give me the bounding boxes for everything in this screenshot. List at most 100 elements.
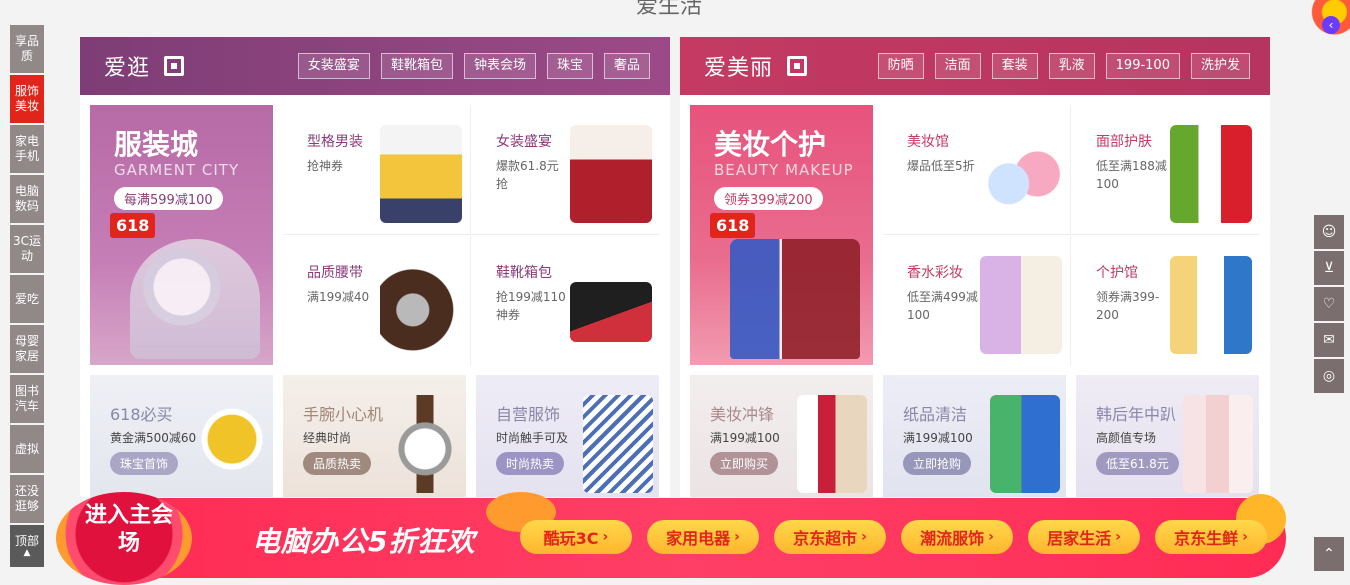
qr-code-icon[interactable] <box>787 56 808 76</box>
beauty-products-image <box>797 395 867 493</box>
panel-title: 爱逛 <box>104 56 151 81</box>
nav-item-享品质[interactable]: 享品质 <box>10 25 44 73</box>
banner-link-label: 家用电器 <box>666 529 731 548</box>
banner-link[interactable]: 潮流服饰 › <box>901 520 1013 554</box>
item-desc: 爆款61.8元抢 <box>496 159 559 191</box>
tag-link[interactable]: 199-100 <box>1105 53 1180 79</box>
chevron-right-icon: › <box>988 529 994 545</box>
tag-link[interactable]: 珠宝 <box>546 53 593 79</box>
promo-card[interactable]: 手腕小心机 经典时尚 品质热卖 <box>283 375 466 497</box>
grid-item[interactable]: 香水彩妆 低至满499减100 <box>883 236 1071 366</box>
card-button[interactable]: 立即抢购 <box>903 452 972 475</box>
tag-link[interactable]: 钟表会场 <box>463 53 536 79</box>
card-button[interactable]: 立即购买 <box>710 452 779 475</box>
banner-slogan: 电脑办公5折狂欢 <box>252 525 476 558</box>
banner-link-label: 居家生活 <box>1047 529 1112 548</box>
personal-care-image <box>1170 256 1252 354</box>
tag-link[interactable]: 奢品 <box>603 53 650 79</box>
service-icon[interactable]: ◎ <box>1314 359 1344 393</box>
tag-link[interactable]: 洁面 <box>934 53 981 79</box>
item-title: 鞋靴箱包 <box>496 265 552 281</box>
tag-link[interactable]: 防晒 <box>877 53 924 79</box>
nav-item-家电手机[interactable]: 家电手机 <box>10 125 44 173</box>
perfume-image <box>980 256 1062 354</box>
hero-subtitle: BEAUTY MAKEUP <box>714 161 854 179</box>
nav-item-爱吃[interactable]: 爱吃 <box>10 275 44 323</box>
main-venue-banner[interactable]: 进入主会场 电脑办公5折狂欢 酷玩3C › 家用电器 › 京东超市 › 潮流服饰 › 居… <box>56 492 1292 585</box>
item-desc: 抢199减110神券 <box>496 290 566 322</box>
nav-item-虚拟[interactable]: 虚拟 <box>10 425 44 473</box>
enter-main-venue[interactable]: 进入主会场 <box>84 502 174 558</box>
panel-title: 爱美丽 <box>704 56 774 81</box>
banner-link[interactable]: 京东超市 › <box>774 520 886 554</box>
item-desc: 爆品低至5折 <box>907 159 975 173</box>
watch-image <box>130 239 260 359</box>
card-button[interactable]: 低至61.8元 <box>1096 452 1179 475</box>
nav-item-还没逛够[interactable]: 还没逛够 <box>10 475 44 523</box>
card-button[interactable]: 时尚热卖 <box>496 452 565 475</box>
wristwatch-image <box>390 395 460 493</box>
panel-aimeili: 爱美丽 防晒 洁面 套装 乳液 199-100 洗护发 美妆个护 BEAUTY … <box>680 37 1270 497</box>
jewelry-image <box>197 395 267 493</box>
grid-item[interactable]: 女装盛宴 爆款61.8元抢 <box>472 105 660 235</box>
badge-618: 618 <box>710 213 756 238</box>
grid-item[interactable]: 鞋靴箱包 抢199减110神券 <box>472 236 660 366</box>
grid-item[interactable]: 个护馆 领券满399-200 <box>1072 236 1260 366</box>
promo-card[interactable]: 纸品清洁 满199减100 立即抢购 <box>883 375 1066 497</box>
promo-card[interactable]: 韩后年中趴 高颜值专场 低至61.8元 <box>1076 375 1259 497</box>
promo-card[interactable]: 618必买 黄金满500减60 珠宝首饰 <box>90 375 273 497</box>
grid-item[interactable]: 面部护肤 低至满188减100 <box>1072 105 1260 235</box>
belt-image <box>380 256 462 354</box>
nav-item-母婴家居[interactable]: 母婴家居 <box>10 325 44 373</box>
card-button[interactable]: 珠宝首饰 <box>110 452 179 475</box>
back-to-top-button[interactable]: 顶部 ▲ <box>10 525 44 567</box>
floor-navigation: 享品质 服饰美妆 家电手机 电脑数码 3C运动 爱吃 母婴家居 图书汽车 虚拟 … <box>10 25 44 569</box>
chevron-right-icon: › <box>861 529 867 545</box>
user-icon[interactable]: ☺ <box>1314 215 1344 249</box>
grid-item[interactable]: 型格男装 抢神券 <box>283 105 471 235</box>
message-icon[interactable]: ✉ <box>1314 323 1344 357</box>
tag-link[interactable]: 洗护发 <box>1190 53 1250 79</box>
tag-link[interactable]: 鞋靴箱包 <box>380 53 453 79</box>
chevron-right-icon: › <box>1115 529 1121 545</box>
hero-promo[interactable]: 服装城 GARMENT CITY 每满599减100 618 <box>90 105 273 365</box>
collapse-icon[interactable]: ‹ <box>1322 16 1340 34</box>
section-title: 爱生活 <box>636 0 703 19</box>
card-button[interactable]: 品质热卖 <box>303 452 372 475</box>
nav-item-电脑数码[interactable]: 电脑数码 <box>10 175 44 223</box>
item-desc: 满199减40 <box>307 290 370 304</box>
nav-item-服饰美妆[interactable]: 服饰美妆 <box>10 75 44 123</box>
grid-item[interactable]: 品质腰带 满199减40 <box>283 236 471 366</box>
heart-icon[interactable]: ♡ <box>1314 287 1344 321</box>
nav-item-图书汽车[interactable]: 图书汽车 <box>10 375 44 423</box>
tag-link[interactable]: 女装盛宴 <box>297 53 370 79</box>
promo-card[interactable]: 自营服饰 时尚触手可及 时尚热卖 <box>476 375 659 497</box>
banner-link[interactable]: 酷玩3C › <box>520 520 632 554</box>
banner-link[interactable]: 家用电器 › <box>647 520 759 554</box>
banner-link-label: 京东超市 <box>793 529 858 548</box>
nav-item-3c运动[interactable]: 3C运动 <box>10 225 44 273</box>
dress-image <box>570 125 652 223</box>
banner-link[interactable]: 京东生鲜 › <box>1155 520 1267 554</box>
chevron-right-icon: › <box>1242 529 1248 545</box>
tag-list: 防晒 洁面 套装 乳液 199-100 洗护发 <box>877 53 1250 79</box>
tag-link[interactable]: 乳液 <box>1048 53 1095 79</box>
promo-cards: 618必买 黄金满500减60 珠宝首饰 手腕小心机 经典时尚 品质热卖 自营服… <box>90 375 660 497</box>
product-grid: 型格男装 抢神券 女装盛宴 爆款61.8元抢 品质腰带 满199减40 鞋靴箱包… <box>283 105 660 366</box>
item-desc: 领券满399-200 <box>1096 290 1160 322</box>
item-desc: 低至满499减100 <box>907 290 978 322</box>
scroll-top-icon[interactable]: ⌃ <box>1314 537 1344 571</box>
hero-promo[interactable]: 美妆个护 BEAUTY MAKEUP 领券399减200 618 <box>690 105 873 365</box>
striped-dress-image <box>583 395 653 493</box>
chevron-right-icon: › <box>602 529 609 545</box>
banner-link[interactable]: 居家生活 › <box>1028 520 1140 554</box>
promo-card[interactable]: 美妆冲锋 满199减100 立即购买 <box>690 375 873 497</box>
panel-header: 爱逛 女装盛宴 鞋靴箱包 钟表会场 珠宝 奢品 <box>80 37 670 95</box>
lotion-bottles-image <box>1183 395 1253 493</box>
item-desc: 抢神券 <box>307 159 344 173</box>
panel-header: 爱美丽 防晒 洁面 套装 乳液 199-100 洗护发 <box>680 37 1270 95</box>
tag-link[interactable]: 套装 <box>991 53 1038 79</box>
qr-code-icon[interactable] <box>164 56 185 76</box>
grid-item[interactable]: 美妆馆 爆品低至5折 <box>883 105 1071 235</box>
cart-icon[interactable]: ⊻ <box>1314 251 1344 285</box>
